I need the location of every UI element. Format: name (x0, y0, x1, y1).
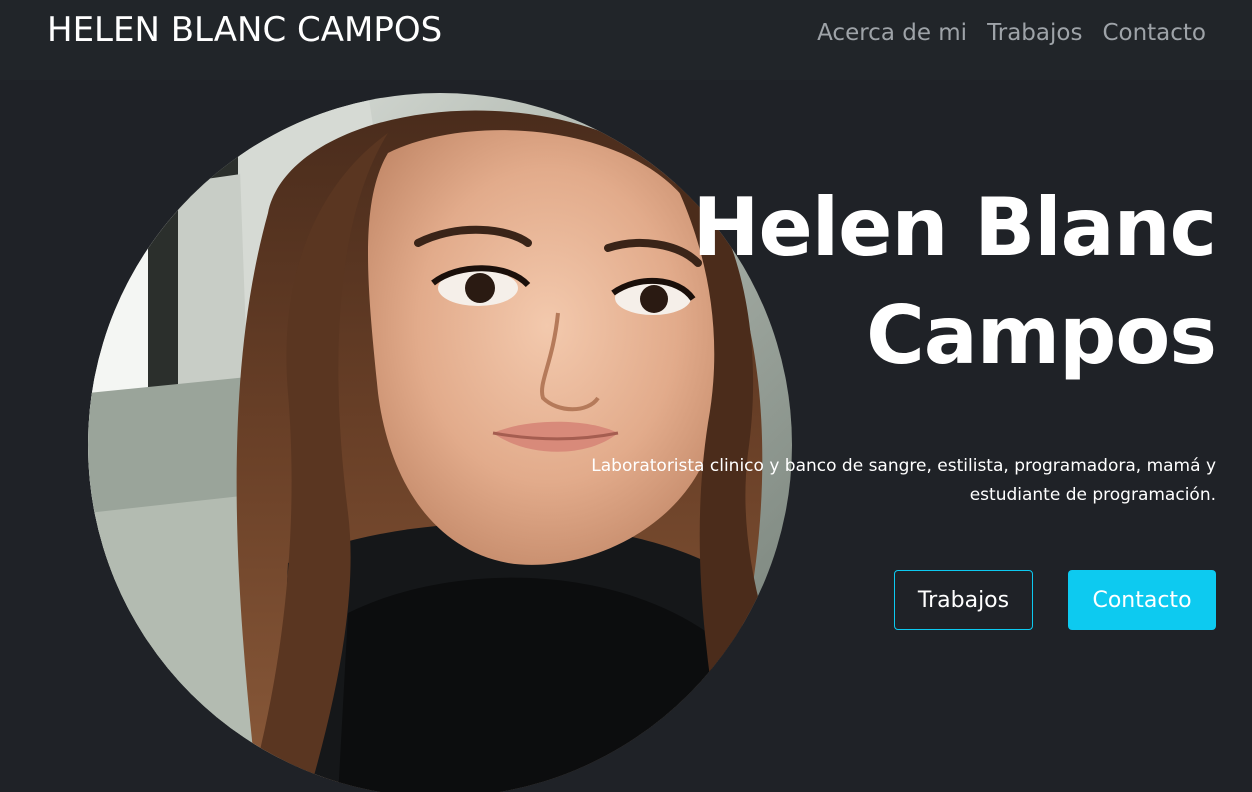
hero-section: Helen Blanc Campos Laboratorista clinico… (0, 80, 1252, 792)
navbar: HELEN BLANC CAMPOS Acerca de mi Trabajos… (0, 0, 1252, 80)
nav-link-works[interactable]: Trabajos (987, 20, 1082, 46)
hero-title-line-1: Helen Blanc (692, 181, 1217, 274)
hero-subtitle: Laboratorista clinico y banco de sangre,… (516, 452, 1216, 510)
hero-title-line-2: Campos (866, 289, 1217, 382)
nav-link-about[interactable]: Acerca de mi (817, 20, 967, 46)
nav-link-contact[interactable]: Contacto (1102, 20, 1206, 46)
contact-button[interactable]: Contacto (1068, 570, 1216, 630)
hero-subtitle-line-1: Laboratorista clinico y banco de sangre,… (591, 456, 1216, 476)
hero-subtitle-line-2: estudiante de programación. (969, 485, 1216, 505)
nav-links: Acerca de mi Trabajos Contacto (817, 20, 1206, 46)
hero-title: Helen Blanc Campos (616, 174, 1217, 390)
brand-logo-text[interactable]: HELEN BLANC CAMPOS (47, 10, 442, 50)
works-button[interactable]: Trabajos (894, 570, 1033, 630)
